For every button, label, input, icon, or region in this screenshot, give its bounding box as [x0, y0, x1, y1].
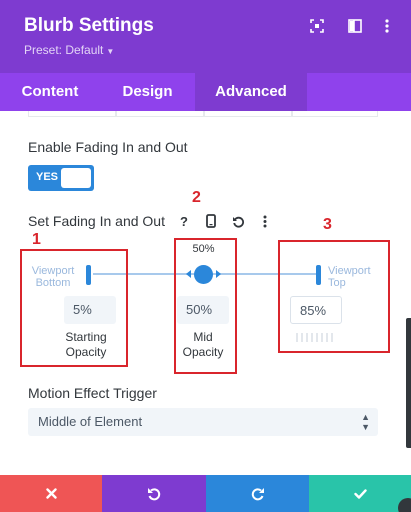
annotation-box: [278, 240, 390, 353]
fullscreen-icon[interactable]: [308, 17, 326, 35]
modal-header: Blurb Settings Preset: Default ▼: [0, 0, 411, 73]
annotation-box: [20, 249, 128, 367]
select-arrows-icon: ▲ ▼: [361, 412, 370, 432]
discard-button[interactable]: [0, 475, 102, 512]
mobile-icon[interactable]: [202, 212, 220, 230]
undo-button[interactable]: [102, 475, 206, 512]
previous-control-edge: [292, 111, 378, 117]
close-icon: [45, 488, 57, 499]
check-icon: [353, 488, 367, 499]
tab-content[interactable]: Content: [0, 73, 100, 111]
trigger-select[interactable]: Middle of Element ▲ ▼: [28, 408, 378, 436]
fading-toggle-label: Enable Fading In and Out: [28, 139, 188, 155]
toggle-knob: [61, 168, 91, 188]
annotation-number: 1: [32, 231, 41, 248]
sidebar-layout-icon[interactable]: [346, 17, 364, 35]
caret-down-icon: ▼: [106, 47, 115, 56]
modal-title: Blurb Settings: [24, 15, 154, 36]
tab-bar: Content Design Advanced: [0, 73, 411, 111]
fading-toggle[interactable]: YES: [28, 165, 94, 191]
undo-icon: [148, 487, 161, 500]
previous-control-edge: [204, 111, 292, 117]
modal-footer: [0, 475, 411, 512]
annotation-box: [174, 238, 237, 374]
previous-control-edge: [116, 111, 204, 117]
annotation-number: 2: [192, 189, 201, 206]
trigger-select-value: Middle of Element: [38, 414, 143, 429]
save-button[interactable]: [309, 475, 411, 512]
more-vertical-icon[interactable]: [378, 17, 396, 35]
reset-icon[interactable]: [229, 212, 247, 230]
tab-design[interactable]: Design: [100, 73, 195, 111]
redo-icon: [251, 487, 264, 500]
preset-selector[interactable]: Preset: Default ▼: [24, 43, 114, 57]
help-bubble-icon[interactable]: [398, 498, 411, 512]
help-icon[interactable]: ?: [175, 212, 193, 230]
annotation-number: 3: [323, 216, 332, 233]
set-fading-label: Set Fading In and Out: [28, 213, 165, 229]
toggle-state-label: YES: [36, 171, 59, 183]
trigger-label: Motion Effect Trigger: [28, 385, 157, 401]
redo-button[interactable]: [206, 475, 309, 512]
previous-control-edge: [28, 111, 116, 117]
tab-advanced[interactable]: Advanced: [195, 73, 307, 111]
preset-label: Preset: Default: [24, 43, 104, 57]
more-vertical-icon[interactable]: [256, 212, 274, 230]
scrollbar[interactable]: [406, 318, 411, 448]
